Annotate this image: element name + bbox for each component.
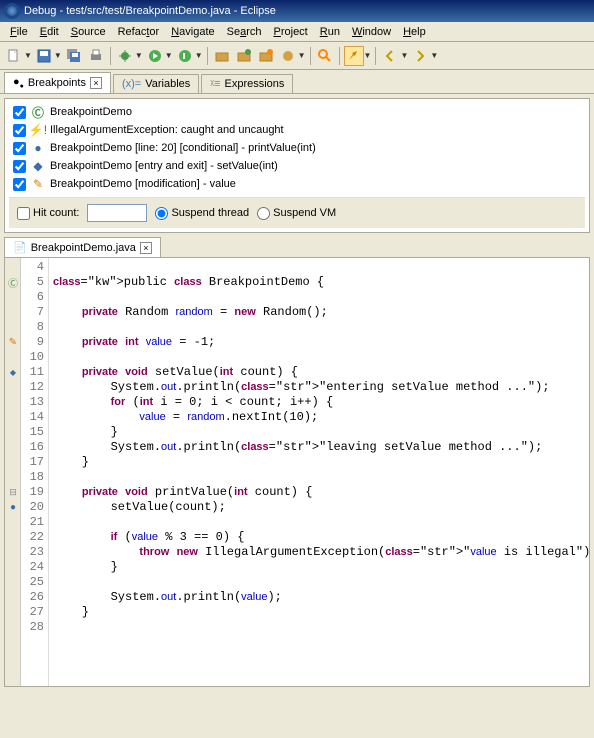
menu-run[interactable]: Run (314, 24, 346, 40)
editor-tab[interactable]: 📄 BreakpointDemo.java × (4, 237, 161, 257)
run-button[interactable] (145, 46, 165, 66)
method-marker[interactable]: ◆ (6, 365, 20, 379)
java-file-icon: 📄 (13, 241, 27, 254)
close-editor-tab-icon[interactable]: × (140, 242, 152, 254)
menu-file[interactable]: File (4, 24, 34, 40)
editor-ruler[interactable]: Ⓒ ✎ ◆ ⊟ ● (5, 258, 21, 686)
editor-tab-label: BreakpointDemo.java (31, 242, 136, 254)
main-toolbar: ▼ ▼ ▼ ▼ ▼ ▼ ▼ ▼ ▼ (0, 42, 594, 70)
variables-icon: (x)= (122, 78, 141, 90)
bp-checkbox[interactable] (13, 124, 26, 137)
exception-breakpoint-icon: ⚡! (30, 122, 46, 138)
new-package2-button[interactable] (234, 46, 254, 66)
tab-label: Expressions (224, 78, 284, 90)
suspend-vm-wrap[interactable]: Suspend VM (257, 207, 336, 220)
breakpoints-panel: Ⓒ BreakpointDemo ⚡! IllegalArgumentExcep… (4, 98, 590, 233)
window-titlebar: Debug - test/src/test/BreakpointDemo.jav… (0, 0, 594, 22)
run-last-button[interactable] (175, 46, 195, 66)
tab-label: Variables (145, 78, 190, 90)
suspend-vm-radio[interactable] (257, 207, 270, 220)
hitcount-checkbox[interactable] (17, 207, 30, 220)
close-tab-icon[interactable]: × (90, 77, 102, 89)
open-type-dropdown[interactable]: ▼ (298, 51, 306, 60)
hitcount-label: Hit count: (33, 207, 79, 219)
breakpoints-icon: ●● (13, 76, 24, 90)
window-title: Debug - test/src/test/BreakpointDemo.jav… (24, 5, 276, 17)
tab-variables[interactable]: (x)= Variables (113, 74, 199, 93)
menu-refactor[interactable]: Refactor (112, 24, 166, 40)
tab-breakpoints[interactable]: ●● Breakpoints × (4, 72, 111, 93)
editor: Ⓒ ✎ ◆ ⊟ ● 456789101112131415161718192021… (4, 257, 590, 687)
menu-navigate[interactable]: Navigate (165, 24, 220, 40)
breakpoint-row[interactable]: ● BreakpointDemo [line: 20] [conditional… (9, 139, 585, 157)
tab-label: Breakpoints (28, 77, 86, 89)
debug-button[interactable] (115, 46, 135, 66)
breakpoint-row[interactable]: ⚡! IllegalArgumentException: caught and … (9, 121, 585, 139)
menu-edit[interactable]: Edit (34, 24, 65, 40)
class-breakpoint-icon: Ⓒ (30, 104, 46, 120)
watchpoint-icon: ✎ (30, 176, 46, 192)
menu-help[interactable]: Help (397, 24, 432, 40)
expressions-icon: ᵡ≡ (210, 78, 220, 90)
line-bp-marker[interactable]: ● (6, 500, 20, 514)
save-button[interactable] (34, 46, 54, 66)
suspend-thread-label: Suspend thread (171, 207, 249, 219)
menu-window[interactable]: Window (346, 24, 397, 40)
run-dropdown[interactable]: ▼ (165, 51, 173, 60)
mark-dropdown[interactable]: ▼ (364, 51, 372, 60)
open-type-button[interactable] (278, 46, 298, 66)
watchpoint-marker[interactable]: ✎ (6, 335, 20, 349)
bp-label: IllegalArgumentException: caught and unc… (50, 124, 284, 136)
tab-expressions[interactable]: ᵡ≡ Expressions (201, 74, 293, 93)
new-button[interactable] (4, 46, 24, 66)
forward-button[interactable] (410, 46, 430, 66)
breakpoint-row[interactable]: Ⓒ BreakpointDemo (9, 103, 585, 121)
save-dropdown[interactable]: ▼ (54, 51, 62, 60)
eclipse-icon (4, 3, 20, 19)
class-load-marker[interactable]: Ⓒ (6, 275, 20, 289)
menu-search[interactable]: Search (221, 24, 268, 40)
debug-dropdown[interactable]: ▼ (135, 51, 143, 60)
menu-source[interactable]: Source (65, 24, 112, 40)
suspend-vm-label: Suspend VM (273, 207, 336, 219)
new-class-button[interactable] (256, 46, 276, 66)
editor-section: 📄 BreakpointDemo.java × Ⓒ ✎ ◆ ⊟ ● 456789… (4, 237, 590, 687)
bp-checkbox[interactable] (13, 178, 26, 191)
breakpoint-controls: Hit count: Suspend thread Suspend VM (9, 197, 585, 228)
method-breakpoint-icon: ◆ (30, 158, 46, 174)
fold-marker[interactable]: ⊟ (6, 485, 20, 499)
bp-label: BreakpointDemo [entry and exit] - setVal… (50, 160, 278, 172)
hitcount-wrap[interactable]: Hit count: (17, 207, 79, 220)
run-last-dropdown[interactable]: ▼ (195, 51, 203, 60)
line-gutter[interactable]: 4567891011121314151617181920212223242526… (21, 258, 49, 686)
line-breakpoint-icon: ● (30, 140, 46, 156)
hitcount-input[interactable] (87, 204, 147, 222)
toggle-mark-button[interactable] (344, 46, 364, 66)
bp-checkbox[interactable] (13, 160, 26, 173)
new-package-button[interactable] (212, 46, 232, 66)
suspend-thread-radio[interactable] (155, 207, 168, 220)
search-button[interactable] (315, 46, 335, 66)
save-all-button[interactable] (64, 46, 84, 66)
code-area[interactable]: class="kw">public class BreakpointDemo {… (49, 258, 589, 686)
breakpoint-row[interactable]: ◆ BreakpointDemo [entry and exit] - setV… (9, 157, 585, 175)
breakpoint-row[interactable]: ✎ BreakpointDemo [modification] - value (9, 175, 585, 193)
menubar: File Edit Source Refactor Navigate Searc… (0, 22, 594, 42)
editor-tab-bar: 📄 BreakpointDemo.java × (4, 237, 590, 257)
bp-checkbox[interactable] (13, 106, 26, 119)
view-tabs: ●● Breakpoints × (x)= Variables ᵡ≡ Expre… (0, 70, 594, 94)
menu-project[interactable]: Project (268, 24, 314, 40)
bp-checkbox[interactable] (13, 142, 26, 155)
bp-label: BreakpointDemo [modification] - value (50, 178, 236, 190)
print-button[interactable] (86, 46, 106, 66)
back-button[interactable] (380, 46, 400, 66)
bp-label: BreakpointDemo (50, 106, 132, 118)
bp-label: BreakpointDemo [line: 20] [conditional] … (50, 142, 316, 154)
new-dropdown[interactable]: ▼ (24, 51, 32, 60)
suspend-thread-wrap[interactable]: Suspend thread (155, 207, 249, 220)
